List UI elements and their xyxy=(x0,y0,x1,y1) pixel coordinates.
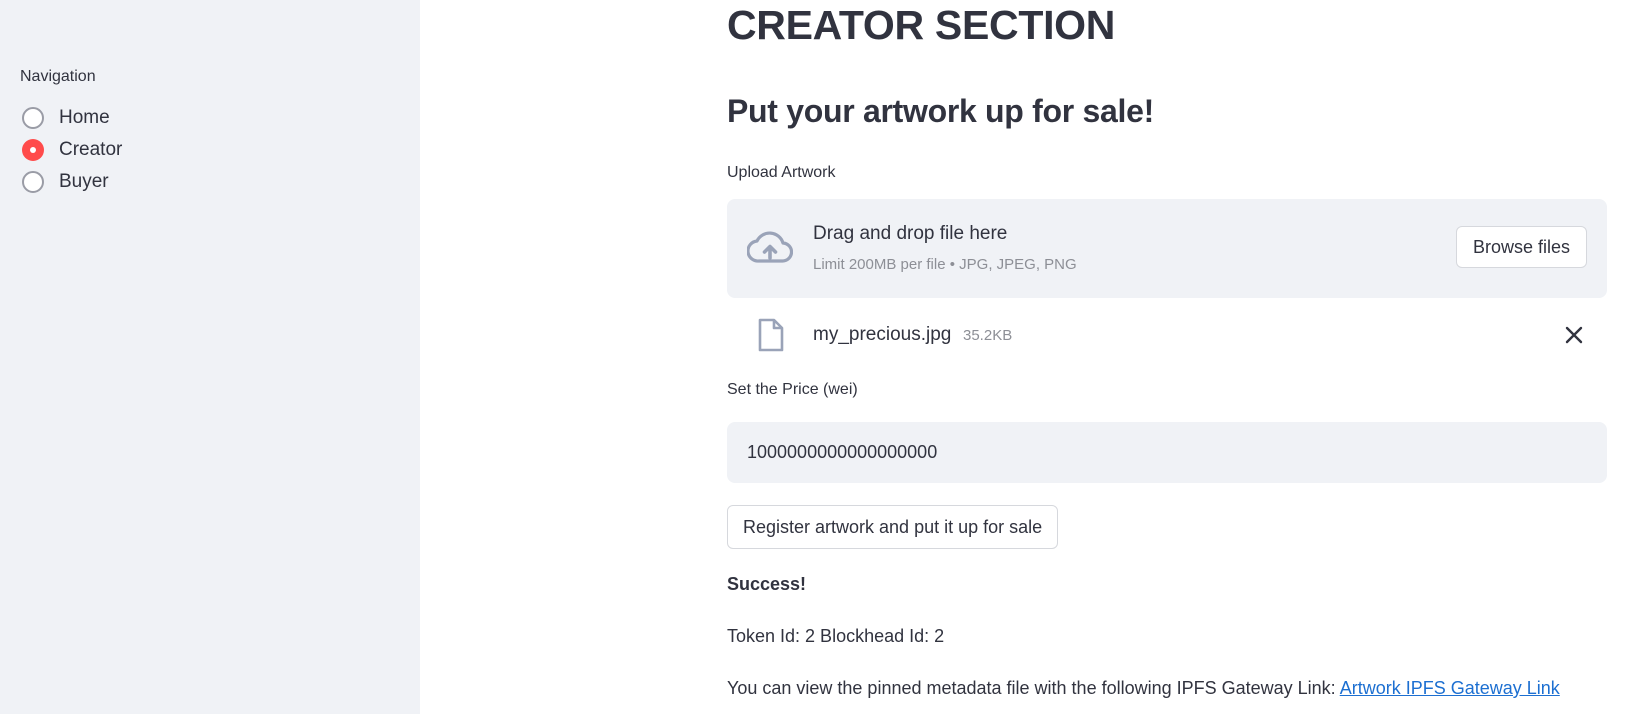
file-dropzone[interactable]: Drag and drop file here Limit 200MB per … xyxy=(727,199,1607,298)
close-icon[interactable] xyxy=(1561,322,1587,348)
sidebar: Navigation Home Creator Buyer xyxy=(0,0,420,714)
uploaded-file-name: my_precious.jpg xyxy=(813,324,952,345)
success-message: Success! xyxy=(727,574,807,594)
app-root: Navigation Home Creator Buyer CREATOR SE… xyxy=(0,0,1625,714)
register-artwork-button[interactable]: Register artwork and put it up for sale xyxy=(727,505,1059,549)
dropzone-title: Drag and drop file here xyxy=(813,223,1008,244)
nav-option-label: Creator xyxy=(59,139,123,160)
uploaded-file-row: my_precious.jpg 35.2KB xyxy=(727,312,1607,358)
file-icon xyxy=(758,318,784,352)
uploaded-file-size: 35.2KB xyxy=(963,327,1013,344)
cloud-upload-icon xyxy=(747,231,793,263)
navigation-label: Navigation xyxy=(20,68,96,85)
token-info: Token Id: 2 Blockhead Id: 2 xyxy=(727,626,945,646)
nav-option-home[interactable]: Home xyxy=(22,104,110,132)
gateway-text: You can view the pinned metadata file wi… xyxy=(727,678,1340,698)
radio-unchecked-icon xyxy=(22,171,44,193)
page-title: CREATOR SECTION xyxy=(727,2,1116,48)
nav-option-buyer[interactable]: Buyer xyxy=(22,168,109,196)
radio-checked-icon xyxy=(22,139,44,161)
browse-files-button[interactable]: Browse files xyxy=(1455,226,1587,268)
nav-option-label: Buyer xyxy=(59,171,109,192)
price-input[interactable] xyxy=(727,422,1607,483)
radio-unchecked-icon xyxy=(22,107,44,129)
page-subtitle: Put your artwork up for sale! xyxy=(727,93,1154,129)
ipfs-gateway-link[interactable]: Artwork IPFS Gateway Link xyxy=(1340,678,1560,698)
dropzone-limits: Limit 200MB per file • JPG, JPEG, PNG xyxy=(813,256,1077,273)
nav-option-label: Home xyxy=(59,107,110,128)
gateway-message: You can view the pinned metadata file wi… xyxy=(727,678,1560,699)
upload-label: Upload Artwork xyxy=(727,164,836,181)
price-label: Set the Price (wei) xyxy=(727,381,858,398)
nav-option-creator[interactable]: Creator xyxy=(22,136,122,164)
